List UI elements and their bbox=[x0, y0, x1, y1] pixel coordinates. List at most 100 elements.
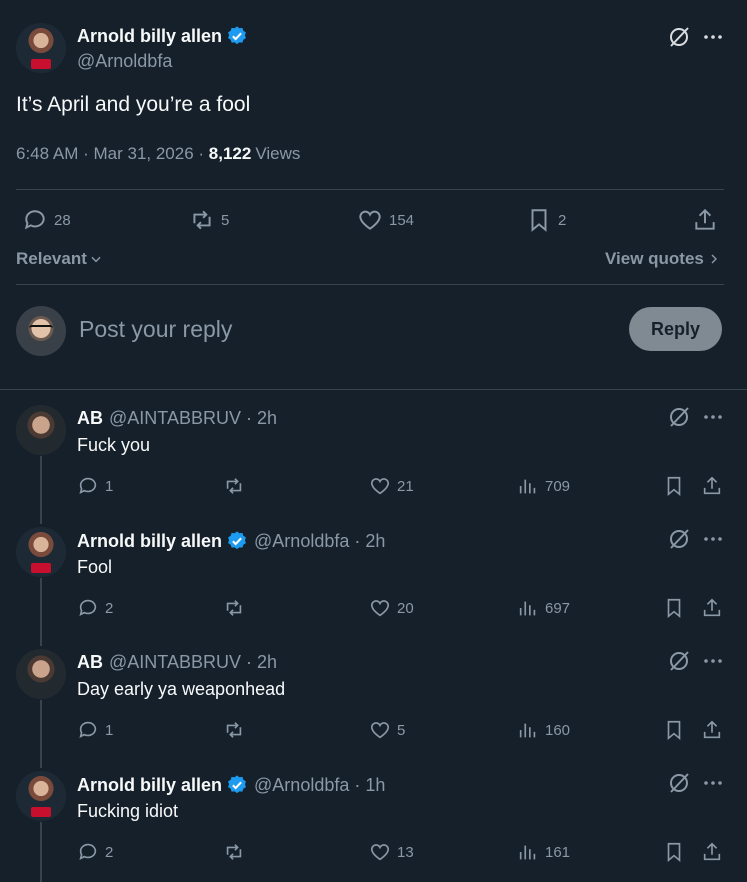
views-action[interactable]: 709 bbox=[517, 475, 570, 497]
reply-time[interactable]: 2h bbox=[257, 408, 277, 429]
reply-count: 1 bbox=[105, 477, 114, 495]
more-icon[interactable] bbox=[701, 25, 725, 49]
reply-author-name[interactable]: AB bbox=[77, 652, 103, 673]
repost-action[interactable] bbox=[223, 719, 245, 741]
reply-text: Fool bbox=[77, 557, 113, 577]
share-action[interactable] bbox=[692, 207, 718, 233]
like-action[interactable]: 154 bbox=[357, 207, 414, 233]
share-action[interactable] bbox=[701, 841, 723, 863]
heart-icon bbox=[369, 597, 391, 619]
author-name-row[interactable]: Arnold billy allen bbox=[77, 25, 248, 47]
divider bbox=[0, 389, 747, 390]
reply-icon bbox=[77, 841, 99, 863]
bookmark-action[interactable] bbox=[663, 597, 685, 619]
reply-author-name[interactable]: Arnold billy allen bbox=[77, 531, 222, 552]
bookmark-action[interactable]: 2 bbox=[526, 207, 566, 233]
thread-line bbox=[40, 822, 42, 882]
reply-author-name[interactable]: Arnold billy allen bbox=[77, 775, 222, 796]
meta-separator: · bbox=[193, 144, 209, 163]
views-action[interactable]: 161 bbox=[517, 841, 570, 863]
repost-action[interactable] bbox=[223, 841, 245, 863]
views-count: 160 bbox=[545, 721, 571, 739]
grok-icon[interactable] bbox=[667, 649, 691, 673]
reply-time[interactable]: 1h bbox=[365, 775, 385, 796]
view-quotes-link[interactable]: View quotes bbox=[605, 249, 720, 269]
author-name[interactable]: Arnold billy allen bbox=[77, 26, 222, 47]
views-action[interactable]: 697 bbox=[517, 597, 570, 619]
reply-action[interactable]: 2 bbox=[77, 841, 113, 863]
reply-input[interactable]: Post your reply bbox=[79, 316, 599, 343]
views-label: Views bbox=[255, 144, 301, 163]
repost-count: 5 bbox=[221, 211, 230, 229]
share-icon bbox=[701, 475, 723, 497]
reply-action[interactable]: 28 bbox=[22, 207, 71, 233]
views-count: 709 bbox=[545, 477, 571, 495]
reply-header: Arnold billy allen @Arnoldbfa · 1h bbox=[77, 774, 385, 796]
like-action[interactable]: 13 bbox=[369, 841, 414, 863]
chevron-down-icon bbox=[89, 252, 103, 266]
reply-avatar[interactable] bbox=[16, 649, 66, 699]
reply-action[interactable]: 2 bbox=[77, 597, 113, 619]
post-date[interactable]: Mar 31, 2026 bbox=[93, 144, 193, 164]
reply-time[interactable]: 2h bbox=[365, 531, 385, 552]
author-avatar[interactable] bbox=[16, 23, 66, 73]
author-handle[interactable]: @Arnoldbfa bbox=[77, 51, 172, 72]
bookmark-action[interactable] bbox=[663, 719, 685, 741]
post-text: It’s April and you’re a fool bbox=[16, 93, 251, 116]
share-action[interactable] bbox=[701, 597, 723, 619]
repost-action[interactable] bbox=[223, 475, 245, 497]
reply-icon bbox=[22, 207, 48, 233]
like-action[interactable]: 5 bbox=[369, 719, 405, 741]
grok-icon[interactable] bbox=[667, 771, 691, 795]
reply-author-handle[interactable]: @Arnoldbfa bbox=[254, 531, 349, 552]
heart-icon bbox=[369, 475, 391, 497]
reply-text: Fucking idiot bbox=[77, 801, 179, 821]
bookmark-action[interactable] bbox=[663, 475, 685, 497]
like-action[interactable]: 21 bbox=[369, 475, 414, 497]
grok-icon[interactable] bbox=[667, 527, 691, 551]
sort-dropdown[interactable]: Relevant bbox=[16, 249, 103, 269]
views-action[interactable]: 160 bbox=[517, 719, 570, 741]
repost-icon bbox=[189, 207, 215, 233]
grok-icon[interactable] bbox=[667, 25, 691, 49]
reply-avatar[interactable] bbox=[16, 527, 66, 577]
reply-icon bbox=[77, 475, 99, 497]
share-action[interactable] bbox=[701, 475, 723, 497]
reply-avatar[interactable] bbox=[16, 405, 66, 455]
more-icon[interactable] bbox=[701, 771, 725, 795]
reply-count: 2 bbox=[105, 599, 114, 617]
share-icon bbox=[701, 841, 723, 863]
analytics-icon bbox=[517, 841, 539, 863]
share-icon bbox=[701, 597, 723, 619]
repost-icon bbox=[223, 597, 245, 619]
reply-author-name[interactable]: AB bbox=[77, 408, 103, 429]
reply-button[interactable]: Reply bbox=[629, 307, 722, 351]
repost-action[interactable] bbox=[223, 597, 245, 619]
more-icon[interactable] bbox=[701, 405, 725, 429]
reply-header: Arnold billy allen @Arnoldbfa · 2h bbox=[77, 530, 385, 552]
meta-separator: · bbox=[240, 408, 257, 428]
more-icon[interactable] bbox=[701, 649, 725, 673]
reply-action[interactable]: 1 bbox=[77, 719, 113, 741]
repost-action[interactable]: 5 bbox=[189, 207, 229, 233]
post-meta: 6:48 AM · Mar 31, 2026 · 8,122 Views bbox=[16, 144, 300, 164]
reply-count: 1 bbox=[105, 721, 114, 739]
reply-action[interactable]: 1 bbox=[77, 475, 113, 497]
bookmark-action[interactable] bbox=[663, 841, 685, 863]
like-count: 21 bbox=[397, 477, 414, 495]
thread-line bbox=[40, 578, 42, 646]
reply-time[interactable]: 2h bbox=[257, 652, 277, 673]
reply-text: Day early ya weaponhead bbox=[77, 679, 286, 699]
reply-avatar[interactable] bbox=[16, 771, 66, 821]
grok-icon[interactable] bbox=[667, 405, 691, 429]
reply-author-handle[interactable]: @AINTABBRUV bbox=[109, 408, 241, 429]
reply-author-handle[interactable]: @AINTABBRUV bbox=[109, 652, 241, 673]
current-user-avatar[interactable] bbox=[16, 306, 66, 356]
post-time[interactable]: 6:48 AM bbox=[16, 144, 78, 164]
reply-author-handle[interactable]: @Arnoldbfa bbox=[254, 775, 349, 796]
like-action[interactable]: 20 bbox=[369, 597, 414, 619]
share-action[interactable] bbox=[701, 719, 723, 741]
analytics-icon bbox=[517, 475, 539, 497]
view-quotes-label: View quotes bbox=[605, 249, 704, 268]
more-icon[interactable] bbox=[701, 527, 725, 551]
